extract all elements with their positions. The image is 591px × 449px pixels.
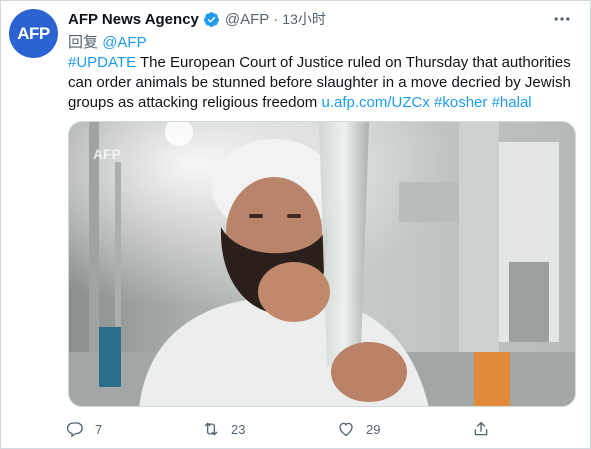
author-name[interactable]: AFP News Agency — [68, 11, 199, 28]
author-handle[interactable]: @AFP — [225, 11, 269, 28]
tweet-actions-bar: 7 23 29 — [66, 418, 496, 440]
replying-to: 回复 @AFP — [68, 31, 147, 52]
hashtag-halal[interactable]: #halal — [492, 94, 532, 111]
hashtag-kosher[interactable]: #kosher — [434, 94, 487, 111]
like-count: 29 — [366, 421, 381, 437]
tweet-timestamp[interactable]: 13小时 — [282, 9, 326, 29]
retweet-count: 23 — [231, 421, 246, 437]
tweet-header: AFP News Agency @AFP · 13小时 — [68, 9, 326, 29]
reply-mention[interactable]: @AFP — [102, 34, 146, 51]
tweet-media-photo[interactable]: AFP — [68, 121, 576, 407]
heart-icon — [339, 422, 353, 437]
verified-badge-icon — [203, 11, 219, 27]
afp-watermark: AFP — [93, 146, 121, 162]
tweet-link[interactable]: u.afp.com/UZCx — [321, 94, 429, 111]
hashtag-update[interactable]: #UPDATE — [68, 54, 136, 71]
reply-prefix: 回复 — [68, 34, 99, 51]
photo-illustration — [69, 122, 575, 406]
separator-dot: · — [273, 10, 279, 28]
more-options-button[interactable] — [551, 8, 573, 30]
like-button[interactable]: 29 — [337, 418, 380, 440]
reply-icon — [66, 422, 83, 438]
retweet-icon — [204, 422, 218, 436]
avatar-logo-text: AFP — [17, 23, 50, 43]
avatar[interactable]: AFP — [9, 9, 58, 58]
retweet-button[interactable]: 23 — [202, 418, 245, 440]
share-button[interactable] — [472, 418, 490, 440]
share-icon — [474, 421, 488, 436]
reply-button[interactable]: 7 — [66, 418, 102, 440]
tweet-text: #UPDATE The European Court of Justice ru… — [68, 53, 578, 113]
more-dots-icon — [554, 17, 570, 21]
reply-count: 7 — [95, 421, 103, 437]
